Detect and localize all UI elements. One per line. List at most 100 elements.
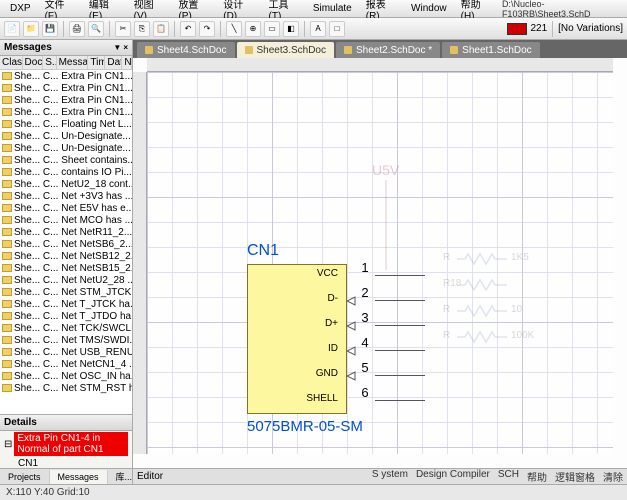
print-icon[interactable]: 🖨 [69, 21, 85, 37]
footer-link[interactable]: SCH [498, 469, 519, 484]
message-row[interactable]: She... C... contains IO Pi... 16:... 201… [0, 166, 132, 178]
doc-icon [245, 46, 253, 54]
message-row[interactable]: She... C... Net NetSB6_2... 16:... 201..… [0, 238, 132, 250]
resistor-faded[interactable]: R18 [457, 278, 507, 294]
menu-dxp[interactable]: DXP [4, 1, 37, 16]
pin-d+[interactable]: D+ [247, 318, 342, 329]
paste-icon[interactable]: 📋 [153, 21, 169, 37]
message-row[interactable]: She... C... Net TMS/SWDI... 16:... 201..… [0, 334, 132, 346]
component-cn1[interactable]: CN1 VCC1D-2D+3ID4GND5SHELL6 5075BMR-05-S… [247, 242, 363, 435]
ruler-horizontal [147, 58, 613, 72]
msg-column-header[interactable]: Class Doc... S... Message Time Date N [0, 56, 132, 70]
warning-icon [2, 180, 12, 188]
designator[interactable]: CN1 [247, 242, 363, 260]
part-number[interactable]: 5075BMR-05-SM [247, 418, 363, 435]
message-row[interactable]: She... C... Net NetSB12_2... 16:... 201.… [0, 250, 132, 262]
doc-tab[interactable]: Sheet3.SchDoc [237, 42, 335, 58]
redo-icon[interactable]: ↷ [199, 21, 215, 37]
tab-messages[interactable]: Messages [50, 470, 108, 484]
menu-simulate[interactable]: Simulate [307, 1, 358, 16]
warning-icon [2, 192, 12, 200]
editor-tab[interactable]: Editor [137, 471, 163, 482]
save-icon[interactable]: 💾 [42, 21, 58, 37]
rect-icon[interactable]: □ [329, 21, 345, 37]
message-row[interactable]: She... C... Net MCO has ... 16:... 201..… [0, 214, 132, 226]
pin-wire [375, 275, 425, 276]
variation-dropdown[interactable]: [No Variations] [558, 23, 623, 34]
warning-icon [2, 132, 12, 140]
schematic-canvas[interactable]: CN1 VCC1D-2D+3ID4GND5SHELL6 5075BMR-05-S… [133, 58, 627, 468]
pin-shell[interactable]: SHELL [247, 393, 342, 404]
new-icon[interactable]: 📄 [4, 21, 20, 37]
dropdown-icon[interactable]: ▼ [113, 43, 121, 52]
message-row[interactable]: She... C... Net NetCN1_4 ... 16:... 201.… [0, 358, 132, 370]
message-row[interactable]: She... C... Net TCK/SWCLK... 16:... 201.… [0, 322, 132, 334]
resistor-faded[interactable]: R100K [457, 330, 507, 346]
message-row[interactable]: She... C... Extra Pin CN1... 16:... 201.… [0, 94, 132, 106]
pin-d-[interactable]: D- [247, 293, 342, 304]
warning-icon [2, 84, 12, 92]
details-panel: Details ⊟Extra Pin CN1-4 in Normal of pa… [0, 414, 132, 468]
message-row[interactable]: She... C... Net NetR11_2... 16:... 201..… [0, 226, 132, 238]
message-row[interactable]: She... C... Extra Pin CN1... 16:... 201.… [0, 82, 132, 94]
component-body[interactable] [247, 264, 347, 414]
resistor-faded[interactable]: R10 [457, 304, 507, 320]
color-swatch[interactable] [507, 23, 527, 35]
port-icon[interactable]: ▭ [264, 21, 280, 37]
pin-wire [375, 325, 425, 326]
message-row[interactable]: She... C... NetU2_18 cont... 16:... 201.… [0, 178, 132, 190]
doc-tab[interactable]: Sheet4.SchDoc [137, 42, 235, 58]
panel-tabs: Projects Messages 库... [0, 468, 132, 484]
pin-id[interactable]: ID [247, 343, 342, 354]
message-row[interactable]: She... C... Net T_JTDO ha... 16:... 201.… [0, 310, 132, 322]
undo-icon[interactable]: ↶ [180, 21, 196, 37]
message-row[interactable]: She... C... Net NetSB15_2... 16:... 201.… [0, 262, 132, 274]
footer-link[interactable]: 逻辑窗格 [555, 469, 595, 484]
message-row[interactable]: She... C... Net STM_RST h... 16:... 201.… [0, 382, 132, 394]
message-row[interactable]: She... C... Net +3V3 has ... 16:... 201.… [0, 190, 132, 202]
message-row[interactable]: She... C... Net NetU2_28 ... 16:... 201.… [0, 274, 132, 286]
message-list[interactable]: She... C... Extra Pin CN1... 16:... 201.… [0, 70, 132, 414]
zoom-icon[interactable]: 🔍 [88, 21, 104, 37]
pin-number: 3 [355, 310, 375, 325]
pin-gnd[interactable]: GND [247, 368, 342, 379]
message-row[interactable]: She... C... Floating Net L... 16:... 201… [0, 118, 132, 130]
warning-icon [2, 96, 12, 104]
pin-vcc[interactable]: VCC [247, 268, 342, 279]
footer-link[interactable]: 清除 [603, 469, 623, 484]
net-icon[interactable]: ⊕ [245, 21, 261, 37]
message-row[interactable]: She... C... Net OSC_IN ha... 16:... 201.… [0, 370, 132, 382]
folder-icon[interactable]: 📁 [23, 21, 39, 37]
menu-window[interactable]: Window [405, 1, 453, 16]
cut-icon[interactable]: ✂ [115, 21, 131, 37]
footer-link[interactable]: S ystem [372, 469, 408, 484]
text-icon[interactable]: A [310, 21, 326, 37]
copy-icon[interactable]: ⎘ [134, 21, 150, 37]
status-coords: X:110 Y:40 Grid:10 [6, 487, 90, 498]
message-row[interactable]: She... C... Net STM_JTCK... 16:... 201..… [0, 286, 132, 298]
resistor-faded[interactable]: R1K5 [457, 252, 507, 268]
net-label-u5v[interactable]: U5V [372, 162, 399, 178]
pin-number: 1 [355, 260, 375, 275]
warning-icon [2, 300, 12, 308]
doc-tab[interactable]: Sheet1.SchDoc [442, 42, 540, 58]
message-row[interactable]: She... C... Net T_JTCK ha... 16:... 201.… [0, 298, 132, 310]
close-icon[interactable]: × [123, 43, 128, 52]
footer-link[interactable]: Design Compiler [416, 469, 490, 484]
message-row[interactable]: She... C... Extra Pin CN1... 16:... 201.… [0, 70, 132, 82]
message-row[interactable]: She... C... Net USB_RENU... 16:... 201..… [0, 346, 132, 358]
message-row[interactable]: She... C... Net E5V has e... 16:... 201.… [0, 202, 132, 214]
part-icon[interactable]: ◧ [283, 21, 299, 37]
swatch-label: 221 [530, 23, 547, 34]
message-row[interactable]: She... C... Extra Pin CN1... 16:... 201.… [0, 106, 132, 118]
pin-wire [375, 375, 425, 376]
pin-number: 6 [355, 385, 375, 400]
message-row[interactable]: She... C... Un-Designate... 16:... 201..… [0, 142, 132, 154]
message-row[interactable]: She... C... Sheet contains... 16:... 201… [0, 154, 132, 166]
tab-projects[interactable]: Projects [0, 470, 50, 484]
wire-icon[interactable]: ╲ [226, 21, 242, 37]
details-error[interactable]: Extra Pin CN1-4 in Normal of part CN1 [14, 432, 128, 456]
doc-tab[interactable]: Sheet2.SchDoc * [336, 42, 440, 58]
footer-link[interactable]: 帮助 [527, 469, 547, 484]
message-row[interactable]: She... C... Un-Designate... 16:... 201..… [0, 130, 132, 142]
